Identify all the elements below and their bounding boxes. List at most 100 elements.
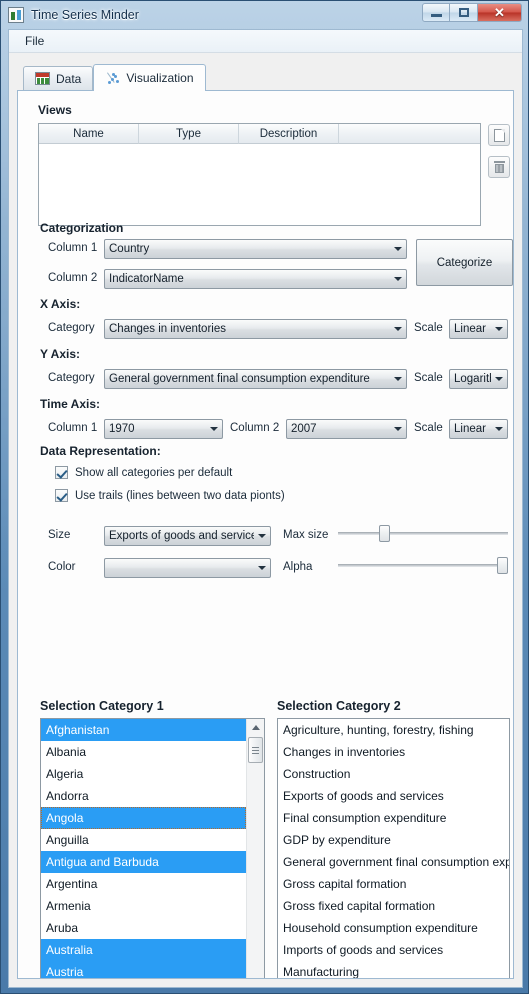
list-item[interactable]: GDP by expenditure: [278, 829, 509, 851]
minimize-icon: [430, 14, 442, 17]
categorization-title: Categorization: [40, 221, 124, 235]
x-axis-scale-combo[interactable]: Linear: [449, 319, 508, 339]
views-col-blank[interactable]: [339, 124, 480, 144]
list-item[interactable]: Construction: [278, 763, 509, 785]
list-item[interactable]: Gross capital formation: [278, 873, 509, 895]
list-item[interactable]: Exports of goods and services: [278, 785, 509, 807]
list-item[interactable]: Angola: [41, 807, 246, 829]
x-axis-category-value: Changes in inventories: [109, 323, 226, 335]
max-size-thumb[interactable]: [379, 525, 390, 542]
y-axis-scale-value: Logarith: [454, 373, 491, 385]
list-item[interactable]: Manufacturing: [278, 961, 509, 978]
time-axis-scale-combo[interactable]: Linear: [449, 419, 508, 439]
size-value: Exports of goods and services: [109, 530, 254, 542]
list-item[interactable]: Argentina: [41, 873, 246, 895]
max-size-slider[interactable]: [338, 523, 508, 543]
chevron-down-icon: [390, 427, 406, 431]
views-col-type[interactable]: Type: [139, 124, 239, 144]
list-item[interactable]: Household consumption expenditure: [278, 917, 509, 939]
list-item[interactable]: Afghanistan: [41, 719, 246, 741]
list-item[interactable]: Australia: [41, 939, 246, 961]
chevron-down-icon: [254, 534, 270, 538]
list-item[interactable]: Aruba: [41, 917, 246, 939]
y-axis-scale-combo[interactable]: Logarith: [449, 369, 508, 389]
views-col-description[interactable]: Description: [239, 124, 339, 144]
chevron-down-icon: [390, 377, 406, 381]
selection-category-2-listbox[interactable]: Agriculture, hunting, forestry, fishing C…: [277, 718, 510, 978]
list-item[interactable]: General government final consumption exp: [278, 851, 509, 873]
list-item[interactable]: Final consumption expenditure: [278, 807, 509, 829]
use-trails-checkbox[interactable]: [55, 489, 68, 502]
views-section: Views Name Type Description: [38, 103, 510, 226]
list-item[interactable]: Algeria: [41, 763, 246, 785]
scroll-up-icon[interactable]: [247, 719, 264, 736]
selection-category-1-items[interactable]: Afghanistan Albania Algeria Andorra Angola An…: [41, 719, 246, 978]
time-axis-column2-combo[interactable]: 2007: [286, 419, 407, 439]
max-size-label: Max size: [283, 529, 329, 541]
alpha-slider[interactable]: [338, 555, 508, 575]
selection-category-1-title: Selection Category 1: [40, 699, 164, 713]
views-table[interactable]: Name Type Description: [38, 123, 481, 226]
list-item[interactable]: Andorra: [41, 785, 246, 807]
x-axis-category-label: Category: [48, 322, 95, 334]
list-item[interactable]: Agriculture, hunting, forestry, fishing: [278, 719, 509, 741]
alpha-track: [338, 564, 508, 567]
size-combo[interactable]: Exports of goods and services: [104, 526, 271, 546]
use-trails-row[interactable]: Use trails (lines between two data piont…: [55, 489, 285, 502]
minimize-button[interactable]: [422, 3, 450, 22]
list-item[interactable]: Austria: [41, 961, 246, 978]
y-axis-category-combo[interactable]: General government final consumption exp…: [104, 369, 407, 389]
tab-data[interactable]: Data: [23, 66, 94, 90]
views-col-name[interactable]: Name: [39, 124, 139, 144]
title-bar[interactable]: Time Series Minder ✕: [1, 1, 528, 29]
categorization-column1-value: Country: [109, 243, 150, 255]
list-item[interactable]: Gross fixed capital formation: [278, 895, 509, 917]
time-axis-column1-combo[interactable]: 1970: [104, 419, 223, 439]
selection-category-1-listbox[interactable]: Afghanistan Albania Algeria Andorra Angola An…: [40, 718, 265, 978]
client-area: File Data Visualization Views Name Type …: [8, 29, 523, 988]
selection-category-2-items[interactable]: Agriculture, hunting, forestry, fishing C…: [278, 719, 509, 978]
categorization-column1-combo[interactable]: Country: [104, 239, 407, 259]
close-button[interactable]: ✕: [478, 3, 522, 22]
color-combo[interactable]: [104, 558, 271, 578]
categorization-column2-combo[interactable]: IndicatorName: [104, 269, 407, 289]
size-label: Size: [48, 529, 71, 541]
time-axis-column1-value: 1970: [109, 423, 135, 435]
maximize-icon: [458, 8, 469, 17]
window-controls: ✕: [422, 3, 522, 22]
show-all-categories-checkbox[interactable]: [55, 466, 68, 479]
show-all-categories-label: Show all categories per default: [75, 466, 233, 479]
vertical-scroll-thumb[interactable]: [248, 737, 263, 763]
new-view-button[interactable]: [488, 124, 510, 146]
list-item[interactable]: Antigua and Barbuda: [41, 851, 246, 873]
tab-visualization[interactable]: Visualization: [93, 64, 206, 91]
list-item[interactable]: Changes in inventories: [278, 741, 509, 763]
views-table-body[interactable]: [39, 144, 480, 225]
categorize-button[interactable]: Categorize: [416, 239, 513, 286]
selection-category-1-vscrollbar[interactable]: [246, 719, 264, 978]
chevron-down-icon: [390, 277, 406, 281]
views-title: Views: [38, 103, 72, 117]
window-title: Time Series Minder: [31, 8, 139, 22]
chevron-down-icon: [390, 327, 406, 331]
menu-item-file[interactable]: File: [18, 32, 51, 50]
chevron-down-icon: [491, 377, 507, 381]
alpha-thumb[interactable]: [497, 557, 508, 574]
x-axis-category-combo[interactable]: Changes in inventories: [104, 319, 407, 339]
delete-view-button[interactable]: [488, 156, 510, 178]
chevron-down-icon: [206, 427, 222, 431]
chevron-down-icon: [491, 427, 507, 431]
list-item[interactable]: Albania: [41, 741, 246, 763]
list-item[interactable]: Armenia: [41, 895, 246, 917]
show-all-categories-row[interactable]: Show all categories per default: [55, 466, 232, 479]
maximize-button[interactable]: [450, 3, 478, 22]
color-label: Color: [48, 561, 76, 573]
scatter-plot-icon: [105, 71, 120, 85]
time-axis-title: Time Axis:: [40, 397, 101, 411]
menu-bar: File: [9, 30, 522, 53]
y-axis-title: Y Axis:: [40, 347, 81, 361]
list-item[interactable]: Imports of goods and services: [278, 939, 509, 961]
max-size-track: [338, 532, 508, 535]
list-item[interactable]: Anguilla: [41, 829, 246, 851]
data-representation-title: Data Representation:: [40, 444, 161, 458]
